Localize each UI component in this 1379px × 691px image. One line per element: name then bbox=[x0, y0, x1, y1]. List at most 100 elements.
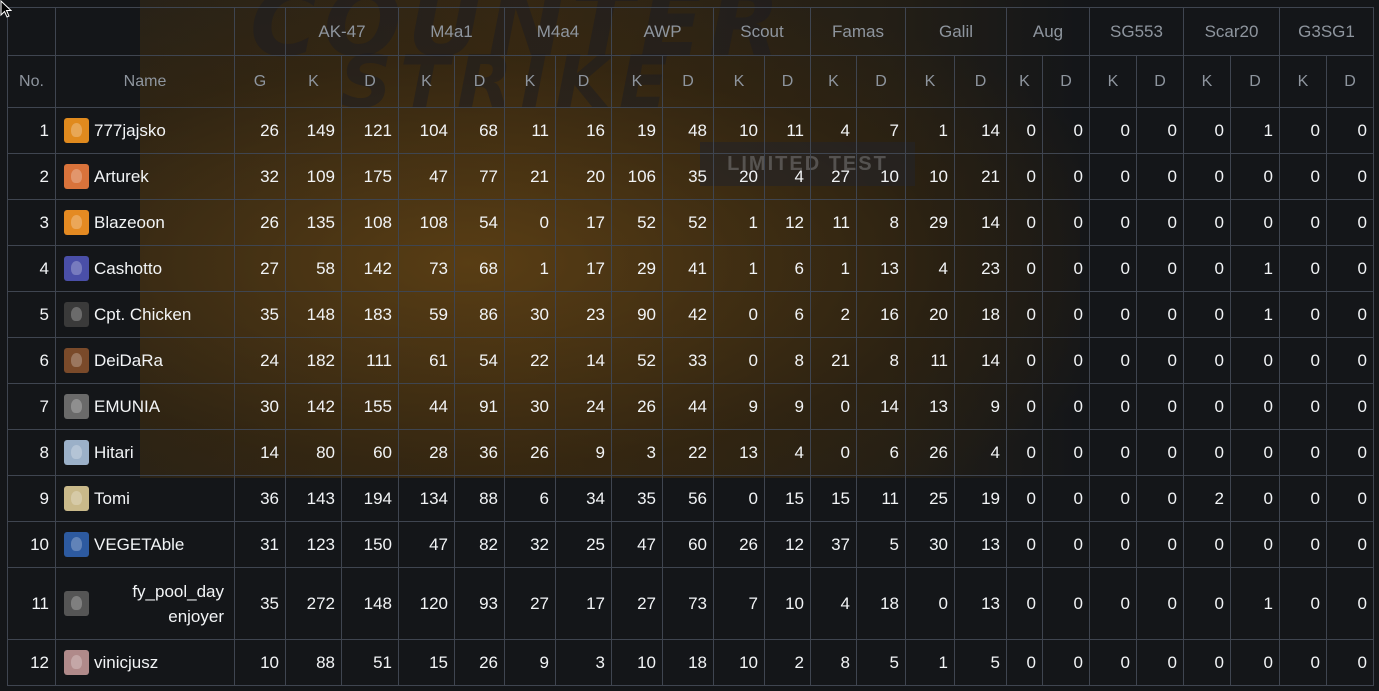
stat-cell: 150 bbox=[341, 521, 399, 568]
stat-cell: 10 bbox=[856, 153, 906, 200]
column-header[interactable]: K bbox=[285, 55, 342, 108]
stat-cell: 272 bbox=[285, 567, 342, 640]
stat-cell: 26 bbox=[905, 429, 955, 476]
stat-cell: 47 bbox=[398, 521, 455, 568]
stat-cell: 10 bbox=[764, 567, 811, 640]
column-header[interactable]: K bbox=[1183, 55, 1231, 108]
stat-cell: 20 bbox=[713, 153, 765, 200]
column-header[interactable]: K bbox=[398, 55, 455, 108]
column-header[interactable]: K bbox=[810, 55, 857, 108]
weapon-header: Galil bbox=[905, 7, 1007, 56]
column-header[interactable]: D bbox=[454, 55, 505, 108]
player-name-cell[interactable]: vinicjusz bbox=[55, 639, 235, 686]
stat-cell: 0 bbox=[1183, 245, 1231, 292]
stat-cell: 19 bbox=[954, 475, 1007, 522]
column-header[interactable]: D bbox=[1042, 55, 1090, 108]
stat-cell: 9 bbox=[713, 383, 765, 430]
stat-cell: 0 bbox=[1042, 383, 1090, 430]
player-name: Blazeoon bbox=[94, 212, 165, 232]
stat-cell: 13 bbox=[954, 567, 1007, 640]
column-header[interactable]: K bbox=[713, 55, 765, 108]
stat-cell: 0 bbox=[1136, 639, 1184, 686]
player-name-cell[interactable]: fy_pool_day enjoyer bbox=[55, 567, 235, 640]
stat-cell: 68 bbox=[454, 107, 505, 154]
stat-cell: 0 bbox=[1089, 107, 1137, 154]
player-name-cell[interactable]: Cashotto bbox=[55, 245, 235, 292]
stat-cell: 54 bbox=[454, 337, 505, 384]
stat-cell: 0 bbox=[1279, 383, 1327, 430]
column-header[interactable]: D bbox=[764, 55, 811, 108]
stat-cell: 1 bbox=[810, 245, 857, 292]
stat-cell: 0 bbox=[1326, 337, 1374, 384]
stat-cell: 29 bbox=[905, 199, 955, 246]
stat-cell: 0 bbox=[1326, 521, 1374, 568]
stat-cell: 0 bbox=[1326, 639, 1374, 686]
stat-cell: 0 bbox=[1089, 337, 1137, 384]
stat-cell: 1 bbox=[1230, 567, 1280, 640]
column-header[interactable]: K bbox=[1006, 55, 1043, 108]
column-header[interactable]: D bbox=[1326, 55, 1374, 108]
column-header[interactable]: D bbox=[341, 55, 399, 108]
stat-cell: 27 bbox=[611, 567, 663, 640]
player-name-cell[interactable]: EMUNIA bbox=[55, 383, 235, 430]
player-name-cell[interactable]: Hitari bbox=[55, 429, 235, 476]
player-name-cell[interactable]: Arturek bbox=[55, 153, 235, 200]
stat-cell: 148 bbox=[341, 567, 399, 640]
stat-cell: 37 bbox=[810, 521, 857, 568]
stat-cell: 47 bbox=[398, 153, 455, 200]
stat-cell: 0 bbox=[1230, 153, 1280, 200]
stat-cell: 26 bbox=[234, 199, 286, 246]
player-name-cell[interactable]: Tomi bbox=[55, 475, 235, 522]
rank-cell: 12 bbox=[7, 639, 56, 686]
player-name-cell[interactable]: 777jajsko bbox=[55, 107, 235, 154]
stat-cell: 93 bbox=[454, 567, 505, 640]
stat-cell: 59 bbox=[398, 291, 455, 338]
stat-cell: 0 bbox=[1183, 639, 1231, 686]
player-name: fy_pool_day enjoyer bbox=[132, 581, 224, 626]
stat-cell: 17 bbox=[555, 567, 612, 640]
stat-cell: 11 bbox=[810, 199, 857, 246]
stat-cell: 22 bbox=[662, 429, 714, 476]
stat-cell: 13 bbox=[713, 429, 765, 476]
avatar bbox=[64, 348, 89, 373]
table-row: 8 Hitari 14 80 60 28 36 26 9 3 22 13 4 0 6 26 4 0 0 0 0 0 0 0 0 bbox=[7, 429, 1374, 476]
stat-cell: 4 bbox=[764, 153, 811, 200]
stat-cell: 26 bbox=[504, 429, 556, 476]
stat-cell: 0 bbox=[1089, 291, 1137, 338]
stat-cell: 0 bbox=[1326, 245, 1374, 292]
column-header[interactable]: K bbox=[905, 55, 955, 108]
table-body: 1 777jajsko 26 149 121 104 68 11 16 19 48 10 11 4 7 1 14… bbox=[7, 107, 1374, 686]
column-header[interactable]: K bbox=[504, 55, 556, 108]
stat-cell: 0 bbox=[1006, 567, 1043, 640]
stat-cell: 0 bbox=[1279, 199, 1327, 246]
player-name-cell[interactable]: VEGETAble bbox=[55, 521, 235, 568]
column-header[interactable]: D bbox=[1136, 55, 1184, 108]
column-header[interactable]: Name bbox=[55, 55, 235, 108]
column-header[interactable]: K bbox=[1089, 55, 1137, 108]
column-header[interactable]: K bbox=[611, 55, 663, 108]
column-header[interactable]: No. bbox=[7, 55, 56, 108]
column-header[interactable]: D bbox=[662, 55, 714, 108]
avatar bbox=[64, 118, 89, 143]
stat-cell: 10 bbox=[713, 639, 765, 686]
column-header[interactable]: D bbox=[555, 55, 612, 108]
stat-cell: 0 bbox=[1136, 521, 1184, 568]
rank-cell: 9 bbox=[7, 475, 56, 522]
stat-cell: 0 bbox=[713, 291, 765, 338]
column-header[interactable]: K bbox=[1279, 55, 1327, 108]
stat-cell: 0 bbox=[1006, 521, 1043, 568]
stat-cell: 0 bbox=[1136, 337, 1184, 384]
column-header[interactable]: D bbox=[1230, 55, 1280, 108]
stat-cell: 0 bbox=[1089, 429, 1137, 476]
stat-cell: 0 bbox=[1006, 337, 1043, 384]
player-name-cell[interactable]: DeiDaRa bbox=[55, 337, 235, 384]
stat-cell: 0 bbox=[1183, 199, 1231, 246]
stat-cell: 18 bbox=[856, 567, 906, 640]
column-header[interactable]: D bbox=[954, 55, 1007, 108]
column-header[interactable]: G bbox=[234, 55, 286, 108]
player-name-cell[interactable]: Blazeoon bbox=[55, 199, 235, 246]
column-header[interactable]: D bbox=[856, 55, 906, 108]
stat-cell: 17 bbox=[555, 199, 612, 246]
player-name-cell[interactable]: Cpt. Chicken bbox=[55, 291, 235, 338]
stat-cell: 0 bbox=[1042, 475, 1090, 522]
